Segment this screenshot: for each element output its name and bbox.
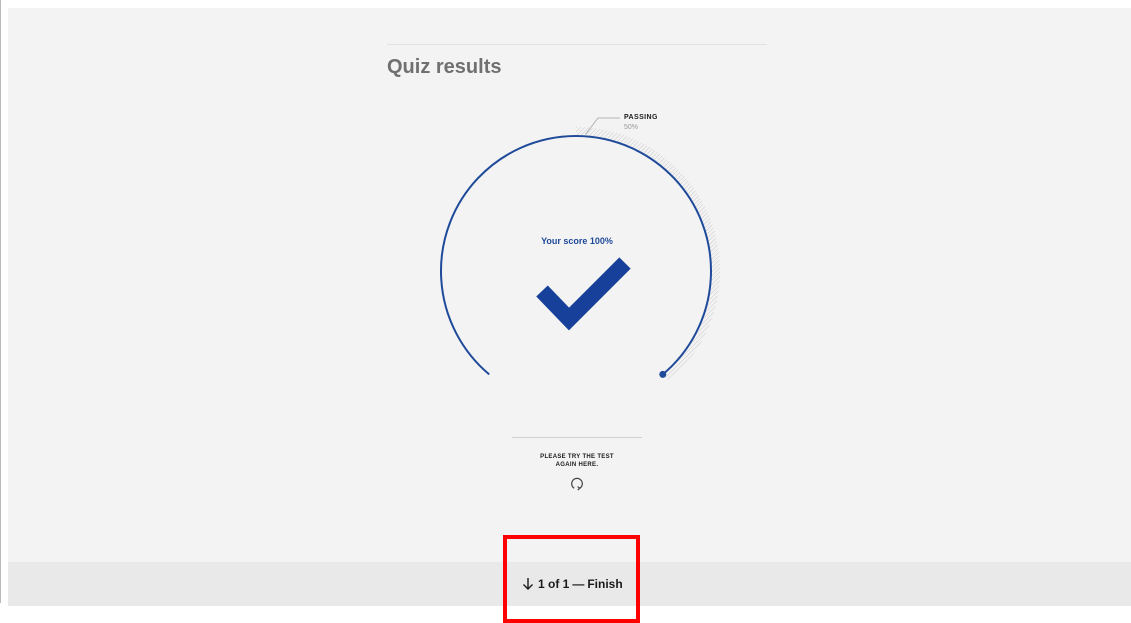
- score-end-dot: [659, 370, 667, 378]
- retry-icon: [571, 477, 583, 491]
- score-gauge: [440, 117, 721, 382]
- retry-text: PLEASE TRY THE TEST AGAIN HERE.: [540, 454, 614, 468]
- checkmark-icon: [536, 257, 631, 331]
- passing-zone-hatch: [576, 126, 721, 382]
- passing-value: 50%: [624, 124, 639, 131]
- quiz-results-panel: Quiz results PASSING 50% Your score 100%…: [8, 8, 1131, 606]
- highlight-box: [503, 535, 640, 623]
- bottom-divider: [512, 437, 642, 438]
- retry-button[interactable]: [569, 475, 585, 491]
- left-edge-divider: [0, 0, 1, 603]
- score-text: Your score 100%: [541, 236, 613, 246]
- passing-label: PASSING: [624, 114, 658, 121]
